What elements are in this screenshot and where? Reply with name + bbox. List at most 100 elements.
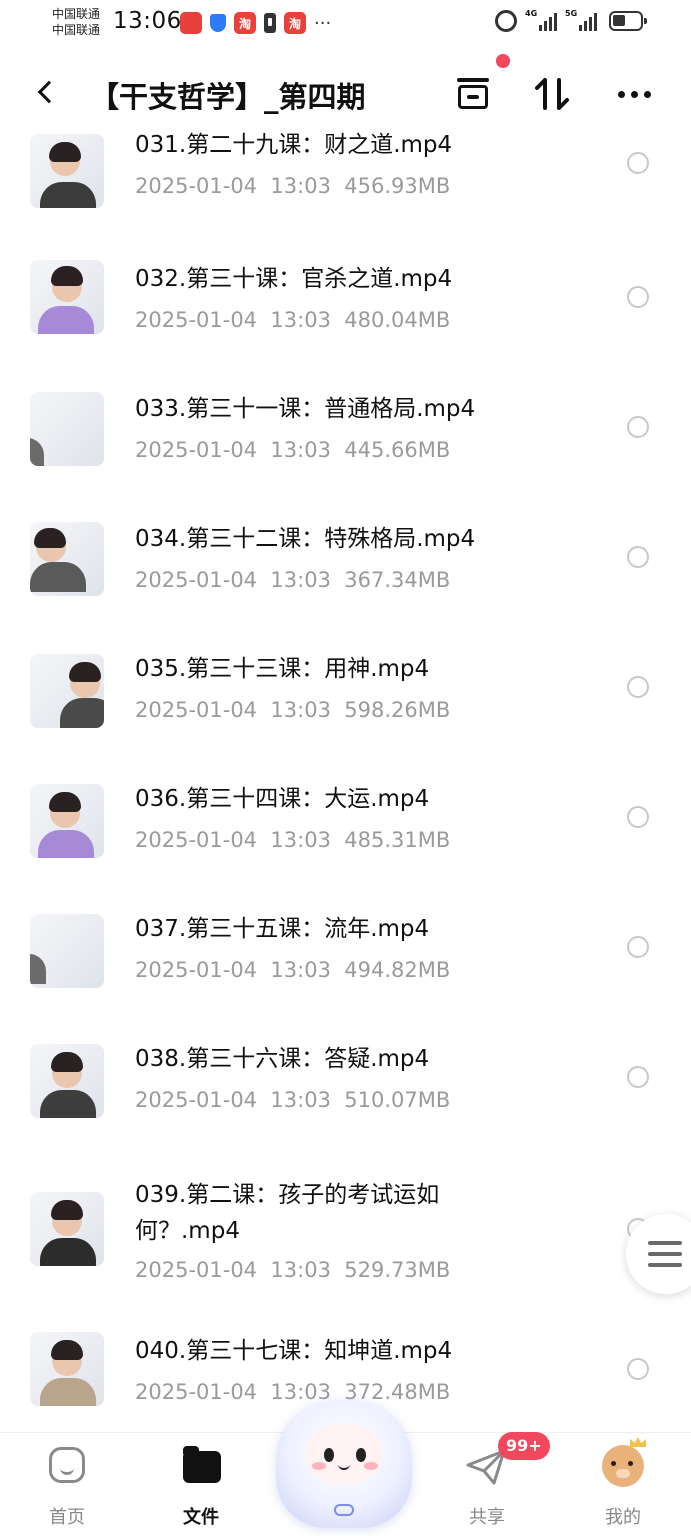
- signal-4g-icon: 4G: [525, 9, 557, 31]
- file-name: 034.第三十二课：特殊格局.mp4: [135, 526, 476, 552]
- file-name: 038.第三十六课：答疑.mp4: [135, 1046, 430, 1072]
- video-thumbnail: [30, 784, 104, 858]
- battery-icon: [609, 11, 647, 31]
- select-radio[interactable]: [627, 1066, 649, 1088]
- share-count-badge: 99+: [498, 1432, 550, 1460]
- file-name-line-2: 何？.mp4: [135, 1218, 240, 1244]
- file-size: 510.07MB: [344, 1088, 451, 1112]
- status-time: 13:06: [113, 8, 182, 34]
- file-date: 2025-01-04: [135, 828, 258, 852]
- crown-icon: [630, 1437, 646, 1447]
- carrier-2: 中国联通: [52, 23, 101, 37]
- video-thumbnail: [30, 260, 104, 334]
- file-name: 035.第三十三课：用神.mp4: [135, 656, 430, 682]
- page-title: 【干支哲学】_第四期: [90, 80, 366, 114]
- file-name: 040.第三十七课：知坤道.mp4: [135, 1338, 453, 1364]
- battery-saver-icon: [264, 13, 276, 33]
- taobao-icon: 淘: [234, 12, 256, 34]
- file-time: 13:03: [270, 1088, 331, 1112]
- huawei-app-icon: [180, 12, 202, 34]
- more-dots-icon[interactable]: [610, 70, 658, 118]
- file-date: 2025-01-04: [135, 1088, 258, 1112]
- back-arrow-icon[interactable]: [28, 70, 64, 114]
- select-radio[interactable]: [627, 286, 649, 308]
- sort-icon[interactable]: [528, 70, 576, 118]
- taobao-icon: 淘: [284, 12, 306, 34]
- select-radio[interactable]: [627, 936, 649, 958]
- bear-avatar-icon: [602, 1445, 644, 1487]
- file-date: 2025-01-04: [135, 308, 258, 332]
- file-row[interactable]: 037.第三十五课：流年.mp4 2025-01-04 13:03 494.82…: [0, 908, 691, 1016]
- select-radio[interactable]: [627, 152, 649, 174]
- file-row[interactable]: 033.第三十一课：普通格局.mp4 2025-01-04 13:03 445.…: [0, 388, 691, 496]
- file-date: 2025-01-04: [135, 1258, 258, 1282]
- notification-dot: [496, 54, 510, 68]
- file-size: 367.34MB: [344, 568, 451, 592]
- file-row[interactable]: 039.第二课：孩子的考试运如 何？.mp4 2025-01-04 13:03 …: [0, 1168, 691, 1318]
- file-date: 2025-01-04: [135, 698, 258, 722]
- file-date: 2025-01-04: [135, 174, 258, 198]
- file-name: 033.第三十一课：普通格局.mp4: [135, 396, 476, 422]
- video-thumbnail: [30, 1192, 104, 1266]
- folder-icon: [183, 1446, 221, 1483]
- file-list[interactable]: 031.第二十九课：财之道.mp4 2025-01-04 13:03 456.9…: [0, 132, 691, 1432]
- file-meta: 2025-01-04 13:03 480.04MB: [135, 306, 450, 334]
- select-radio[interactable]: [627, 546, 649, 568]
- file-time: 13:03: [270, 1258, 331, 1282]
- more-notifications-icon: ···: [314, 12, 332, 34]
- file-date: 2025-01-04: [135, 438, 258, 462]
- file-time: 13:03: [270, 308, 331, 332]
- file-name: 032.第三十课：官杀之道.mp4: [135, 266, 453, 292]
- file-size: 494.82MB: [344, 958, 451, 982]
- alarm-icon: [495, 10, 517, 32]
- select-radio[interactable]: [627, 676, 649, 698]
- video-thumbnail: [30, 522, 104, 596]
- file-row[interactable]: 035.第三十三课：用神.mp4 2025-01-04 13:03 598.26…: [0, 648, 691, 756]
- file-row[interactable]: 032.第三十课：官杀之道.mp4 2025-01-04 13:03 480.0…: [0, 258, 691, 366]
- shield-icon: [210, 14, 226, 32]
- nav-home-label: 首页: [49, 1507, 85, 1528]
- nav-share-label: 共享: [469, 1507, 505, 1528]
- file-size: 485.31MB: [344, 828, 451, 852]
- select-radio[interactable]: [627, 806, 649, 828]
- carrier-labels: 中国联通 中国联通: [52, 6, 100, 38]
- video-thumbnail: [30, 914, 104, 988]
- select-radio[interactable]: [627, 1358, 649, 1380]
- signal-5g-icon: 5G: [565, 9, 597, 31]
- video-thumbnail: [30, 392, 104, 466]
- file-meta: 2025-01-04 13:03 445.66MB: [135, 436, 450, 464]
- file-meta: 2025-01-04 13:03 456.93MB: [135, 172, 450, 200]
- file-time: 13:03: [270, 568, 331, 592]
- file-time: 13:03: [270, 174, 331, 198]
- network-label-4g: 4G: [525, 9, 538, 18]
- file-meta: 2025-01-04 13:03 529.73MB: [135, 1256, 450, 1284]
- video-thumbnail: [30, 134, 104, 208]
- file-time: 13:03: [270, 828, 331, 852]
- file-row[interactable]: 036.第三十四课：大运.mp4 2025-01-04 13:03 485.31…: [0, 778, 691, 886]
- file-date: 2025-01-04: [135, 1380, 258, 1404]
- file-meta: 2025-01-04 13:03 485.31MB: [135, 826, 450, 854]
- select-radio[interactable]: [627, 416, 649, 438]
- file-row[interactable]: 034.第三十二课：特殊格局.mp4 2025-01-04 13:03 367.…: [0, 518, 691, 626]
- file-time: 13:03: [270, 438, 331, 462]
- file-row[interactable]: 031.第二十九课：财之道.mp4 2025-01-04 13:03 456.9…: [0, 132, 691, 236]
- file-name-line-1: 039.第二课：孩子的考试运如: [135, 1182, 440, 1208]
- file-meta: 2025-01-04 13:03 598.26MB: [135, 696, 450, 724]
- status-bar: 中国联通 中国联通 13:06 淘 淘 ··· 4G 5G: [0, 0, 691, 46]
- file-time: 13:03: [270, 958, 331, 982]
- file-date: 2025-01-04: [135, 568, 258, 592]
- mascot-icon[interactable]: [276, 1392, 412, 1536]
- file-size: 480.04MB: [344, 308, 451, 332]
- home-icon: [49, 1447, 85, 1483]
- file-date: 2025-01-04: [135, 958, 258, 982]
- file-name: 036.第三十四课：大运.mp4: [135, 786, 430, 812]
- file-row[interactable]: 038.第三十六课：答疑.mp4 2025-01-04 13:03 510.07…: [0, 1038, 691, 1146]
- top-bar: 【干支哲学】_第四期: [0, 56, 691, 132]
- carrier-1: 中国联通: [52, 7, 101, 21]
- notification-icons: 淘 淘 ···: [180, 12, 331, 34]
- system-icons: 4G 5G: [495, 9, 647, 32]
- network-label-5g: 5G: [565, 9, 578, 18]
- file-name: 037.第三十五课：流年.mp4: [135, 916, 430, 942]
- file-size: 445.66MB: [344, 438, 451, 462]
- archive-box-icon[interactable]: [448, 70, 496, 118]
